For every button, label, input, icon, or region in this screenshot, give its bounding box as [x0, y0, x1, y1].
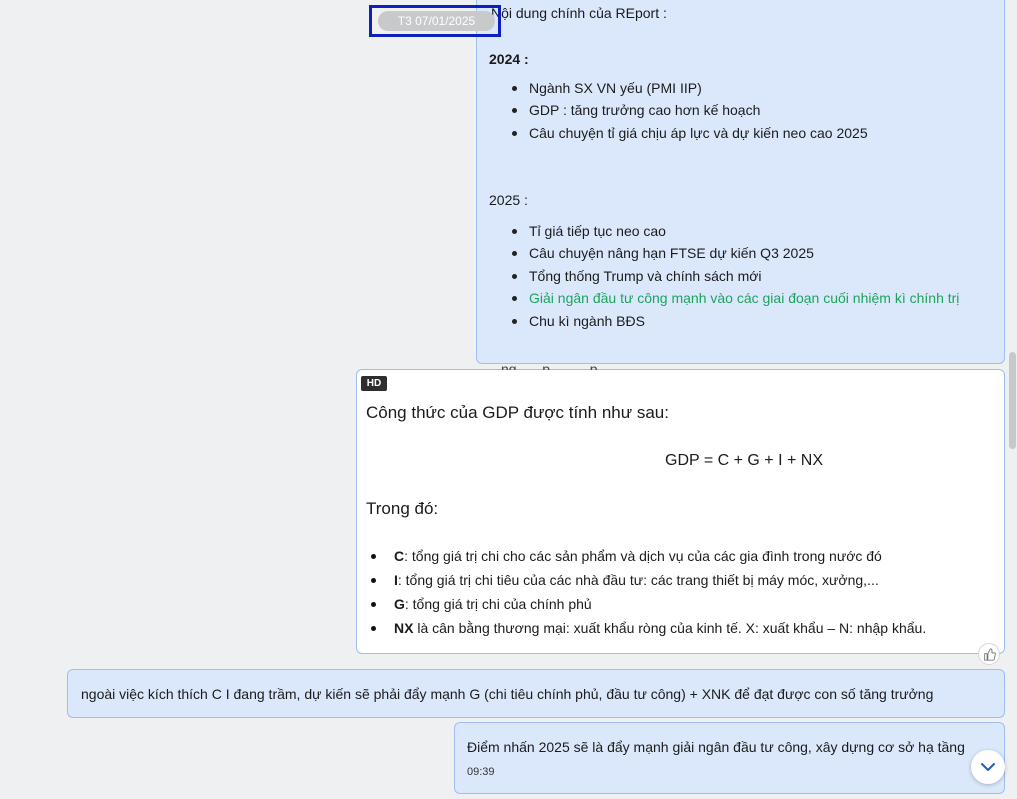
- date-pill: T3 07/01/2025: [378, 11, 495, 31]
- clipped-text: …ng, … p … … p … …: [487, 362, 634, 370]
- message-bubble-report[interactable]: Nội dung chính của REport : 2024 : Ngành…: [476, 0, 1005, 364]
- scrollbar-thumb[interactable]: [1009, 352, 1016, 449]
- scrollbar[interactable]: [1008, 0, 1017, 799]
- message-time: 09:39: [467, 766, 495, 778]
- date-separator-highlight: T3 07/01/2025: [369, 5, 501, 37]
- heading-2024: 2024 :: [489, 51, 529, 67]
- message-bubble-gdp[interactable]: …ng, … p … … p … … HD Công thức của GDP …: [356, 362, 1005, 654]
- list-item: NX là cân bằng thương mại: xuất khẩu ròn…: [370, 616, 927, 640]
- list-item: GDP : tăng trưởng cao hơn kế hoạch: [512, 99, 868, 121]
- message-bubble-latest[interactable]: Điểm nhấn 2025 sẽ là đẩy mạnh giải ngân …: [454, 722, 1005, 794]
- heading-2025: 2025 :: [489, 192, 528, 208]
- list-item: Câu chuyện nâng hạn FTSE dự kiến Q3 2025: [511, 242, 959, 264]
- list-2025: Tỉ giá tiếp tục neo cao Câu chuyện nâng …: [511, 220, 959, 332]
- list-item: Tổng thống Trump và chính sách mới: [511, 265, 959, 287]
- scroll-down-button[interactable]: [971, 750, 1005, 784]
- message-intro: Nội dung chính của REport :: [491, 5, 667, 21]
- list-item: Chu kì ngành BĐS: [511, 310, 959, 332]
- gdp-formula: GDP = C + G + I + NX: [665, 452, 823, 469]
- message-text: Điểm nhấn 2025 sẽ là đẩy mạnh giải ngân …: [467, 739, 965, 755]
- like-button[interactable]: [978, 643, 1000, 665]
- list-item: I: tổng giá trị chi tiêu của các nhà đầu…: [370, 568, 926, 592]
- hd-badge[interactable]: HD: [361, 376, 387, 391]
- list-item-highlighted: Giải ngân đầu tư công mạnh vào các giai …: [511, 287, 959, 309]
- chevron-down-icon: [981, 763, 995, 771]
- term: C: [394, 548, 405, 564]
- list-2024: Ngành SX VN yếu (PMI IIP) GDP : tăng trư…: [512, 77, 868, 144]
- term: NX: [394, 620, 414, 636]
- formula-intro: Công thức của GDP được tính như sau:: [366, 403, 669, 422]
- term-desc: : tổng giá trị chi tiêu của các nhà đầu …: [397, 572, 879, 588]
- message-bubble-comment[interactable]: ngoài việc kích thích C I đang trầm, dự …: [67, 669, 1005, 718]
- list-item: Câu chuyện tỉ giá chịu áp lực và dự kiến…: [512, 122, 868, 144]
- list-item: Ngành SX VN yếu (PMI IIP): [512, 77, 868, 99]
- list-item: Tỉ giá tiếp tục neo cao: [511, 220, 959, 242]
- term-desc: là cân bằng thương mại: xuất khẩu ròng c…: [413, 620, 927, 636]
- term-desc: : tổng giá trị chi của chính phủ: [404, 596, 592, 612]
- list-item: G: tổng giá trị chi của chính phủ: [370, 592, 926, 616]
- term: G: [394, 596, 405, 612]
- list-item: C: tổng giá trị chi cho các sản phẩm và …: [370, 544, 926, 568]
- term-desc: : tổng giá trị chi cho các sản phẩm và d…: [404, 548, 882, 564]
- thumbs-up-icon: [983, 647, 996, 661]
- message-text: ngoài việc kích thích C I đang trầm, dự …: [81, 686, 934, 702]
- where-heading: Trong đó:: [366, 499, 439, 518]
- formula-terms-list: C: tổng giá trị chi cho các sản phẩm và …: [370, 544, 927, 640]
